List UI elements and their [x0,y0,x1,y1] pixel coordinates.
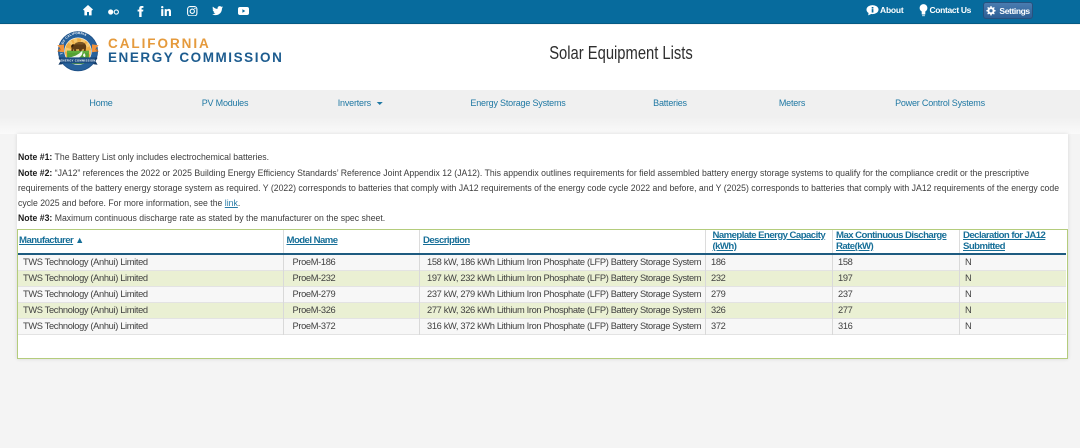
svg-text:ENERGY COMMISSION: ENERGY COMMISSION [60,58,95,62]
